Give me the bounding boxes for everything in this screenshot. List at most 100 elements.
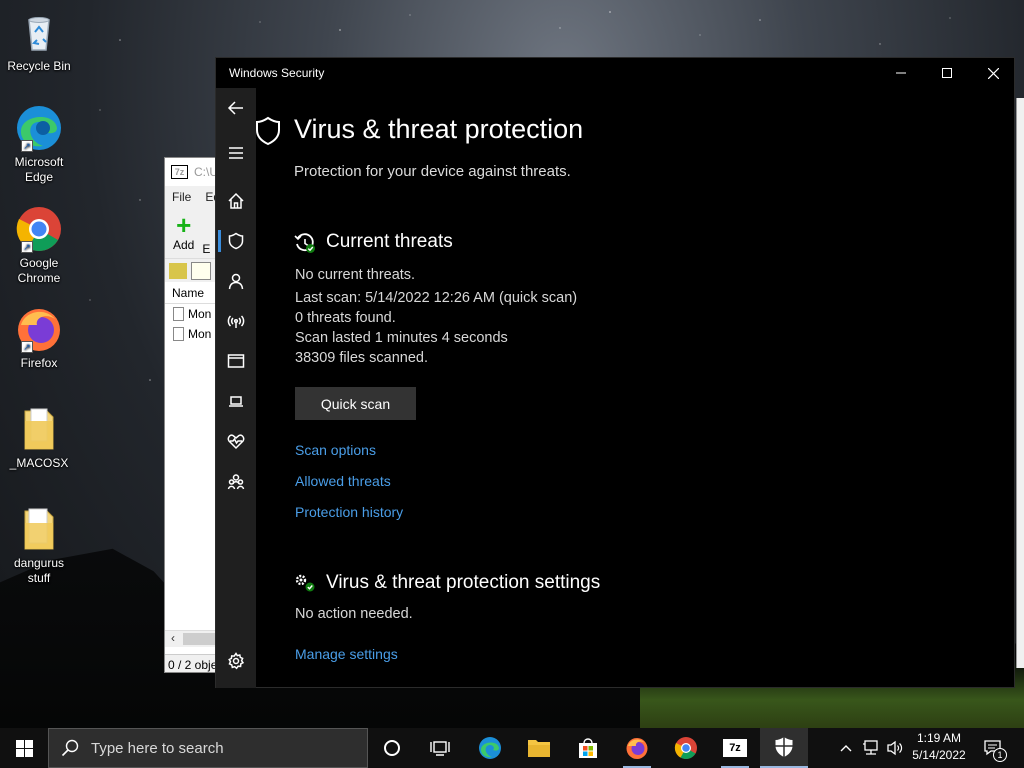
action-center-button[interactable]: 1 [978,728,1008,768]
gear-icon [228,652,245,670]
protection-history-link[interactable]: Protection history [295,504,403,520]
desktop-icon-chrome[interactable]: ↗ Google Chrome [4,205,74,286]
quick-scan-button[interactable]: Quick scan [295,387,416,420]
plus-icon: + [176,210,192,240]
edge-icon [479,737,501,759]
shield-icon [775,737,793,757]
window-title: Windows Security [229,66,325,80]
store-bag-icon [579,738,597,758]
home-icon [228,192,244,209]
notification-count-badge: 1 [993,748,1007,762]
firefox-icon [626,738,648,759]
desktop-icon-label: Firefox [20,356,58,370]
folder-up-icon[interactable] [169,262,187,279]
7zip-icon: 7z [723,739,747,757]
page-subtitle: Protection for your device against threa… [294,163,571,180]
background-window-edge[interactable] [1016,98,1024,668]
recycle-bin-icon [15,8,63,56]
shield-icon [256,116,280,146]
search-placeholder: Type here to search [91,739,224,757]
scan-duration-text: Scan lasted 1 minutes 4 seconds [295,330,508,346]
taskbar-edge[interactable] [466,728,514,768]
window-titlebar[interactable]: Windows Security [216,58,1014,88]
taskbar-windows-security[interactable] [760,728,808,768]
7zip-address-field[interactable] [191,261,211,280]
sidebar-item-virus-protection[interactable] [216,223,256,259]
task-view-button[interactable] [416,728,464,768]
network-tray-button[interactable] [860,728,882,768]
protection-settings-heading: Virus & threat protection settings [326,572,601,593]
allowed-threats-link[interactable]: Allowed threats [295,473,391,489]
7zip-add-button[interactable]: + Add [173,212,194,258]
heart-pulse-icon [227,434,245,450]
page-title: Virus & threat protection [294,114,584,144]
sidebar-item-device-health[interactable] [216,423,256,459]
desktop-icon-edge[interactable]: ↗ Microsoft Edge [4,104,74,185]
start-button[interactable] [0,728,48,768]
desktop-icon-label: dangurus stuff [13,556,65,585]
show-hidden-icons-button[interactable] [836,728,856,768]
network-antenna-icon [227,315,245,328]
desktop-icon-dangurus-folder[interactable]: dangurus stuff [4,505,74,586]
manage-settings-link[interactable]: Manage settings [295,646,398,662]
sidebar-item-family-options[interactable] [216,464,256,500]
volume-tray-button[interactable] [884,728,906,768]
hamburger-icon [229,147,243,159]
file-name: Mon [188,327,212,341]
clock-time: 1:19 AM [916,731,962,745]
browser-window-icon [227,354,245,368]
sidebar-item-account-protection[interactable] [216,263,256,299]
chrome-icon [674,737,697,759]
desktop-icon-label: Recycle Bin [7,59,71,73]
windows-security-window[interactable]: Windows Security Virus & threat protecti… [215,57,1015,688]
current-threats-heading: Current threats [326,231,453,252]
cortana-button[interactable] [368,728,416,768]
minimize-button[interactable] [878,58,924,88]
sidebar-item-firewall[interactable] [216,303,256,339]
laptop-icon [229,396,243,407]
person-icon [228,273,244,290]
threats-found-text: 0 threats found. [295,310,396,326]
cortana-circle-icon [384,740,400,756]
desktop-icon-macosx-folder[interactable]: _MACOSX [4,405,74,471]
maximize-button[interactable] [924,58,970,88]
taskbar-7zip[interactable]: 7z [711,728,759,768]
task-view-icon [430,741,450,756]
settings-status: No action needed. [295,606,413,622]
sidebar-item-app-browser-control[interactable] [216,343,256,379]
7zip-logo-icon: 7z [171,165,188,179]
desktop-icon-label: Microsoft Edge [14,155,64,184]
sidebar-item-home[interactable] [216,183,256,219]
menu-button[interactable] [216,135,256,171]
taskbar-firefox[interactable] [613,728,661,768]
maximize-icon [942,68,952,78]
threat-status: No current threats. [295,267,416,283]
scan-options-link[interactable]: Scan options [295,442,376,458]
close-button[interactable] [970,58,1016,88]
shortcut-arrow-icon: ↗ [21,140,33,152]
7zip-menu-file[interactable]: File [172,190,191,204]
speaker-icon [887,740,903,756]
desktop-icon-recycle-bin[interactable]: Recycle Bin [4,8,74,74]
desktop-icon-firefox[interactable]: ↗ Firefox [4,305,74,371]
desktop-icon-label: Google Chrome [17,256,61,285]
taskbar-search-box[interactable]: Type here to search [48,728,368,768]
sidebar-item-device-security[interactable] [216,383,256,419]
taskbar-file-explorer[interactable] [515,728,563,768]
file-icon [173,327,184,341]
7zip-second-tool[interactable]: E [202,212,210,258]
firefox-icon: ↗ [15,305,63,353]
last-scan-text: Last scan: 5/14/2022 12:26 AM (quick sca… [295,290,578,306]
taskbar-chrome[interactable] [662,728,710,768]
edge-icon: ↗ [15,104,63,152]
file-icon [173,307,184,321]
back-button[interactable] [216,90,256,126]
close-icon [987,67,999,79]
scroll-left-icon[interactable]: ‹ [171,631,175,645]
clock-date: 5/14/2022 [912,748,966,762]
taskbar-clock[interactable]: 1:19 AM 5/14/2022 [905,730,973,764]
desktop-icon-label: _MACOSX [9,456,69,470]
taskbar-store[interactable] [564,728,612,768]
sidebar-item-settings[interactable] [216,643,256,679]
back-arrow-icon [227,101,243,115]
